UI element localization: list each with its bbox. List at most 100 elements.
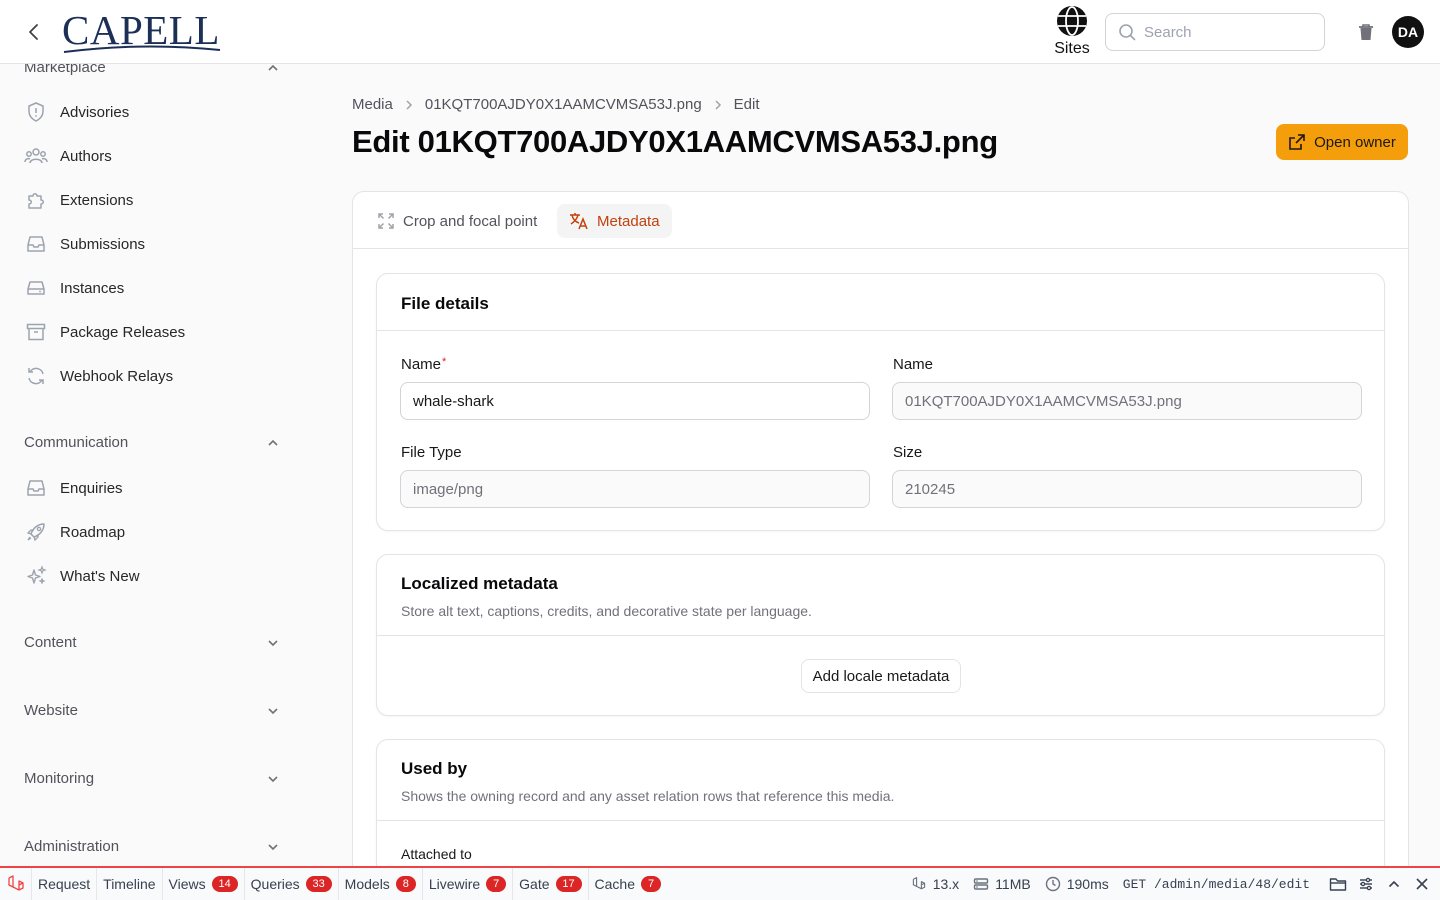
- logo-swoosh-icon: [63, 45, 221, 53]
- sidebar-item-whats-new[interactable]: What's New: [24, 558, 284, 594]
- sidebar-item-label: What's New: [60, 567, 140, 585]
- sidebar-group-monitoring[interactable]: Monitoring: [24, 770, 280, 787]
- sidebar-group-administration[interactable]: Administration: [24, 838, 280, 855]
- required-asterisk: *: [442, 356, 447, 368]
- debug-tab-gate[interactable]: Gate 17: [513, 868, 589, 900]
- sidebar-group-marketplace[interactable]: Marketplace: [24, 64, 280, 76]
- debug-expand-button[interactable]: [1380, 868, 1408, 900]
- sites-switcher[interactable]: Sites: [1050, 4, 1094, 58]
- sidebar-item-instances[interactable]: Instances: [24, 270, 284, 306]
- breadcrumb: Media 01KQT700AJDY0X1AAMCVMSA53J.png Edi…: [352, 96, 760, 113]
- debug-memory: 11MB: [973, 876, 1031, 892]
- debug-count-badge: 7: [641, 876, 661, 892]
- inbox-icon: [24, 232, 48, 256]
- open-owner-label: Open owner: [1314, 133, 1396, 151]
- sidebar-item-webhook-relays[interactable]: Webhook Relays: [24, 358, 284, 394]
- sites-label: Sites: [1054, 40, 1090, 57]
- sidebar-item-label: Extensions: [60, 191, 134, 209]
- sidebar-group-label: Monitoring: [24, 770, 95, 787]
- sidebar-item-label: Webhook Relays: [60, 367, 174, 385]
- sidebar-group-communication[interactable]: Communication: [24, 434, 280, 451]
- name-label-text: Name: [401, 356, 442, 373]
- chevron-up-icon: [1388, 880, 1400, 888]
- brand-logo[interactable]: CAPELL: [62, 6, 221, 54]
- trash-icon: [1359, 24, 1373, 40]
- rocket-icon: [24, 520, 48, 544]
- puzzle-icon: [24, 188, 48, 212]
- sidebar-item-label: Enquiries: [60, 479, 123, 497]
- sidebar-group-label: Website: [24, 702, 78, 719]
- users-icon: [24, 144, 48, 168]
- laravel-logo-icon[interactable]: [0, 868, 32, 900]
- debug-settings-button[interactable]: [1352, 868, 1380, 900]
- chevron-right-icon: [403, 99, 415, 111]
- breadcrumb-item-media[interactable]: Media: [352, 96, 393, 113]
- sidebar-group-content[interactable]: Content: [24, 634, 280, 651]
- debug-tab-cache[interactable]: Cache 7: [589, 868, 667, 900]
- breadcrumb-item-file[interactable]: 01KQT700AJDY0X1AAMCVMSA53J.png: [425, 96, 702, 113]
- open-owner-button[interactable]: Open owner: [1276, 124, 1408, 160]
- chevron-right-icon: [712, 99, 724, 111]
- add-locale-metadata-button[interactable]: Add locale metadata: [801, 659, 961, 693]
- debug-tab-livewire[interactable]: Livewire 7: [423, 868, 514, 900]
- clock-icon: [1045, 876, 1061, 892]
- sidebar-item-authors[interactable]: Authors: [24, 138, 284, 174]
- tab-metadata[interactable]: Metadata: [557, 204, 672, 238]
- file-details-section: File details Name* Name File Type Size: [376, 273, 1385, 531]
- debug-stats: 13.x 11MB 190ms GET /admin/media/48/edit: [911, 868, 1440, 900]
- global-search[interactable]: [1105, 13, 1325, 51]
- shield-icon: [24, 100, 48, 124]
- search-icon: [1119, 24, 1136, 41]
- debug-version: 13.x: [911, 876, 959, 892]
- localized-metadata-section: Localized metadata Store alt text, capti…: [376, 554, 1385, 716]
- sidebar-item-enquiries[interactable]: Enquiries: [24, 470, 284, 506]
- debug-tab-label: Views: [168, 876, 206, 892]
- attached-to-label: Attached to: [401, 846, 472, 862]
- debug-tab-timeline[interactable]: Timeline: [97, 868, 163, 900]
- filetype-label: File Type: [401, 444, 462, 461]
- filename-field: [892, 382, 1362, 420]
- memory-icon: [973, 876, 989, 892]
- debug-tab-label: Gate: [519, 876, 550, 892]
- sidebar-item-package-releases[interactable]: Package Releases: [24, 314, 284, 350]
- sidebar-item-label: Advisories: [60, 103, 130, 121]
- page-title: Edit 01KQT700AJDY0X1AAMCVMSA53J.png: [352, 124, 998, 159]
- sidebar-item-advisories[interactable]: Advisories: [24, 94, 284, 130]
- sidebar-group-label: Communication: [24, 434, 129, 451]
- sidebar-group-label: Content: [24, 634, 77, 651]
- sidebar-item-label: Roadmap: [60, 523, 126, 541]
- sidebar-item-submissions[interactable]: Submissions: [24, 226, 284, 262]
- sidebar-item-roadmap[interactable]: Roadmap: [24, 514, 284, 550]
- debug-close-button[interactable]: [1408, 868, 1436, 900]
- section-description: Shows the owning record and any asset re…: [401, 788, 895, 804]
- sparkles-icon: [24, 564, 48, 588]
- sidebar-group-label: Marketplace: [24, 64, 106, 76]
- back-button[interactable]: [22, 20, 46, 44]
- filetype-field: [400, 470, 870, 508]
- user-avatar[interactable]: DA: [1392, 16, 1424, 48]
- sidebar-item-label: Instances: [60, 279, 125, 297]
- debug-tab-views[interactable]: Views 14: [163, 868, 245, 900]
- chevron-up-icon: [268, 439, 278, 446]
- debug-tab-request[interactable]: Request: [32, 868, 98, 900]
- tab-crop-focal-point[interactable]: Crop and focal point: [365, 204, 549, 238]
- section-header: File details: [377, 274, 1384, 331]
- sidebar-group-website[interactable]: Website: [24, 702, 280, 719]
- debug-tab-label: Request: [38, 876, 91, 892]
- debug-bar: Request Timeline Views 14 Queries 33 Model…: [0, 866, 1440, 900]
- name-input[interactable]: [400, 382, 870, 420]
- debug-tab-queries[interactable]: Queries 33: [245, 868, 339, 900]
- trash-button[interactable]: [1355, 21, 1377, 43]
- sidebar-item-label: Authors: [60, 147, 112, 165]
- debug-time-text: 190ms: [1066, 876, 1109, 892]
- debug-count-badge: 17: [555, 876, 582, 892]
- laravel-icon: [911, 876, 927, 892]
- debug-tab-models[interactable]: Models 8: [339, 868, 423, 900]
- debug-count-badge: 33: [305, 876, 332, 892]
- debug-open-folder-button[interactable]: [1324, 868, 1352, 900]
- search-input[interactable]: [1144, 23, 1304, 41]
- refresh-icon: [24, 364, 48, 388]
- debug-tab-label: Livewire: [428, 876, 481, 892]
- sidebar-item-extensions[interactable]: Extensions: [24, 182, 284, 218]
- sliders-icon: [1360, 877, 1372, 891]
